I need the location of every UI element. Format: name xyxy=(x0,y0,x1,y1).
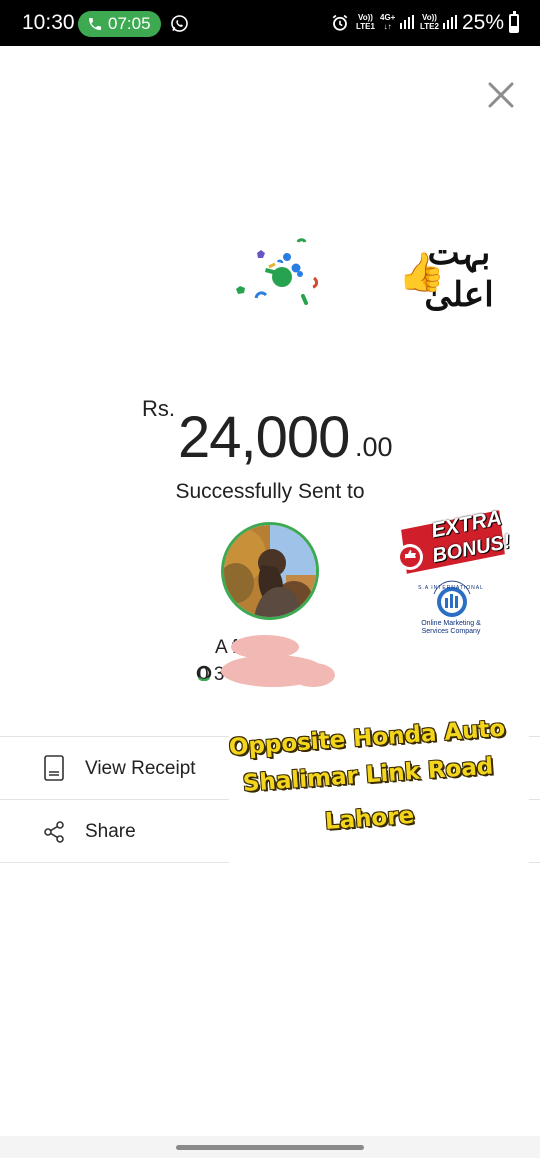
sim2-volte: Vo)) xyxy=(422,13,437,22)
overlay-line-1: Opposite Honda Auto xyxy=(228,715,507,761)
network-type: 4G+ ↓↑ xyxy=(380,13,395,31)
thumbs-up-icon: 👍 xyxy=(398,252,446,294)
status-bar: 10:30 07:05 Vo)) LTE1 4G+ ↓↑ Vo)) LTE2 2… xyxy=(0,0,540,46)
sa-arc-text: S.A INTERNATIONAL xyxy=(418,585,484,591)
status-message: Successfully Sent to xyxy=(175,480,365,503)
share-label: Share xyxy=(85,821,136,842)
ongoing-call-chip[interactable]: 07:05 xyxy=(78,11,161,37)
network-logo-icon xyxy=(196,665,212,681)
sa-international-logo: S.A INTERNATIONAL Online Marketing & Ser… xyxy=(412,578,490,642)
signal-icon xyxy=(400,15,414,29)
amount-decimals: .00 xyxy=(355,432,393,462)
receipt-icon xyxy=(44,755,64,781)
home-indicator[interactable] xyxy=(176,1145,364,1150)
overlay-line-3: Lahore xyxy=(324,802,415,835)
close-icon[interactable] xyxy=(484,78,518,112)
battery-percent: 25% xyxy=(462,11,505,34)
battery-icon xyxy=(509,11,519,33)
sim2-indicator: Vo)) LTE2 xyxy=(420,13,439,31)
sim1-lte: LTE1 xyxy=(356,22,375,31)
sim2-lte: LTE2 xyxy=(420,22,439,31)
share-icon xyxy=(44,821,64,843)
amount-value: 24,000 xyxy=(178,405,350,470)
view-receipt-label: View Receipt xyxy=(85,758,196,779)
confetti-illustration xyxy=(236,238,318,305)
whatsapp-icon xyxy=(171,15,188,32)
avatar-photo xyxy=(224,525,316,617)
status-time: 10:30 xyxy=(22,11,75,34)
network-4g: 4G+ xyxy=(380,13,396,22)
overlay-line-2: Shalimar Link Road xyxy=(242,753,495,797)
sim1-volte: Vo)) xyxy=(358,13,373,22)
sa-line1: Online Marketing & xyxy=(421,620,481,627)
network-arrows: ↓↑ xyxy=(383,22,392,31)
promo-text-overlay: Opposite Honda Auto Shalimar Link Road L… xyxy=(228,716,529,863)
phone-icon xyxy=(89,18,101,30)
sa-line2: Services Company xyxy=(421,628,481,635)
alarm-icon xyxy=(332,14,348,31)
call-duration: 07:05 xyxy=(108,14,151,33)
avatar[interactable] xyxy=(221,522,319,620)
sim1-indicator: Vo)) LTE1 xyxy=(356,13,375,31)
privacy-blur xyxy=(221,635,335,687)
signal-icon-2 xyxy=(443,15,457,29)
amount-currency: Rs. xyxy=(142,396,175,421)
